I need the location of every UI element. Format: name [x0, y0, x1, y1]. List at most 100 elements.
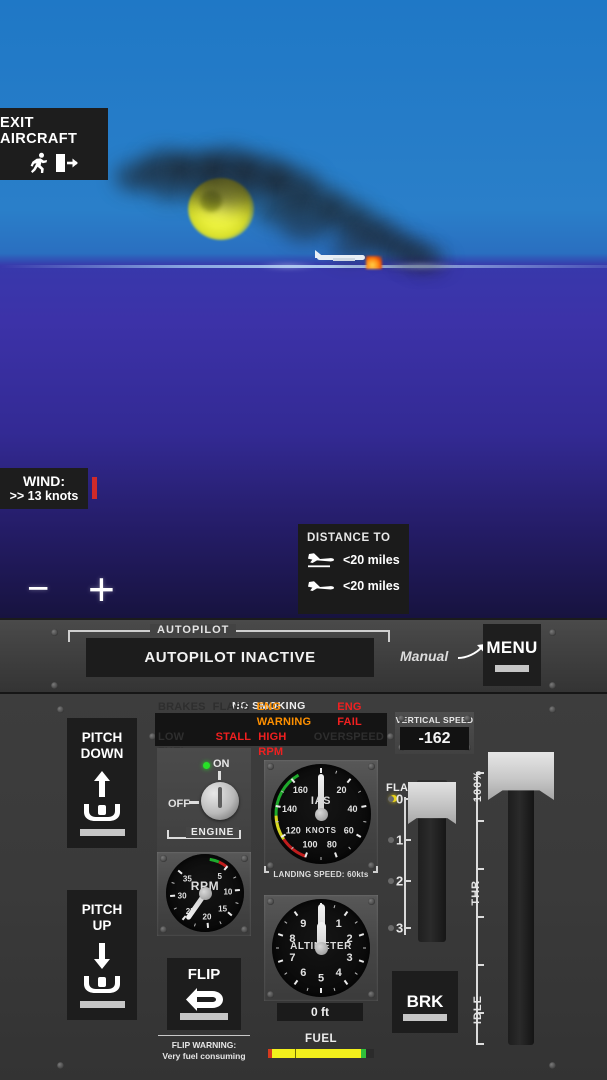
- exit-door-icon: [56, 153, 78, 172]
- svg-text:120: 120: [286, 826, 301, 836]
- zoom-out-button[interactable]: −: [27, 570, 49, 608]
- flaps-track: [404, 797, 406, 935]
- engine-label: ENGINE: [186, 827, 240, 838]
- plane-takeoff-icon: [308, 581, 334, 591]
- flaps-position-1: 1: [396, 832, 404, 848]
- rpm-dial-hub: [198, 886, 212, 900]
- warning-flaps: FLAPS: [212, 700, 250, 713]
- flaps-handle[interactable]: [408, 782, 456, 824]
- flight-mode-label: Manual: [400, 648, 449, 664]
- menu-button-label: MENU: [486, 638, 538, 657]
- svg-text:60: 60: [344, 826, 354, 836]
- fire: [366, 256, 382, 269]
- distance-panel: DISTANCE TO <20 miles <20 miles: [298, 524, 409, 614]
- pitch-down-label-2: DOWN: [80, 746, 124, 761]
- distance-row-landing: <20 miles: [307, 551, 400, 569]
- throttle-idle-label: IDLE: [472, 995, 484, 1025]
- autopilot-section-label: AUTOPILOT: [150, 624, 237, 636]
- screw: [57, 706, 64, 713]
- landing-speed-note: LANDING SPEED: 60kts: [264, 866, 378, 879]
- airspeed-indicator: IAS KNOTS 020406080100120140160: [271, 764, 371, 864]
- warning-row-top: BRAKES FLAPS ENG WARNING ENG FAIL: [158, 700, 384, 730]
- flaps-notch: [404, 927, 411, 929]
- flaps-notch: [404, 839, 411, 841]
- distance-title: DISTANCE TO: [307, 532, 391, 544]
- svg-text:2: 2: [346, 933, 352, 945]
- fuel-full-marker: [361, 1049, 367, 1058]
- menu-button[interactable]: MENU: [483, 624, 541, 686]
- svg-text:15: 15: [218, 904, 227, 913]
- flip-button[interactable]: FLIP: [167, 958, 241, 1030]
- arrow-up-icon: [94, 771, 110, 797]
- pitch-down-label-1: PITCH: [81, 730, 123, 745]
- flaps-position-3: 3: [396, 920, 404, 936]
- screw: [51, 682, 58, 689]
- flip-warning-text: Very fuel consuming: [162, 1051, 246, 1061]
- engine-knob[interactable]: [201, 782, 239, 820]
- brake-label: BRK: [406, 992, 444, 1011]
- brake-button[interactable]: BRK: [392, 971, 458, 1033]
- pitch-up-button[interactable]: PITCH UP: [67, 890, 137, 1020]
- svg-text:100: 100: [303, 840, 318, 850]
- warning-brakes: BRAKES: [158, 700, 206, 713]
- wind-value: >> 13 knots: [9, 488, 79, 503]
- flip-button-bar: [180, 1013, 228, 1020]
- svg-text:5: 5: [318, 973, 324, 985]
- distance-row-takeoff: <20 miles: [307, 578, 400, 594]
- flaps-detent-dot: [388, 837, 394, 843]
- distance-value-landing: <20 miles: [343, 553, 400, 567]
- pitch-up-bar: [79, 1001, 125, 1008]
- yoke-icon: [84, 804, 120, 821]
- svg-text:160: 160: [293, 785, 308, 795]
- screw: [549, 682, 556, 689]
- svg-text:20: 20: [203, 912, 212, 921]
- throttle-max-label: 100%: [472, 770, 484, 803]
- alt-dial-hub: [314, 941, 328, 955]
- svg-text:35: 35: [183, 875, 192, 884]
- vertical-speed-value: -162: [400, 727, 469, 750]
- screw: [549, 629, 556, 636]
- arrow-down-icon: [94, 943, 110, 969]
- plane-landing-icon: [308, 553, 334, 568]
- svg-text:7: 7: [289, 952, 295, 964]
- warning-eng-fail: ENG FAIL: [337, 700, 362, 728]
- vertical-speed-title: VERTICAL SPEED: [395, 715, 474, 725]
- svg-text:6: 6: [300, 967, 306, 979]
- flaps-detent-dot: [388, 925, 394, 931]
- flight-sim-screen: EXIT AIRCRAFT WIND: >> 13 knots − + DIST…: [0, 0, 607, 1080]
- screw: [549, 706, 556, 713]
- flaps-detent-dot: [388, 878, 394, 884]
- flaps-position-2: 2: [396, 873, 404, 889]
- screw: [51, 629, 58, 636]
- altimeter: ALTIMETER 0123456789: [272, 899, 370, 997]
- flaps-detent-dot: [388, 796, 394, 802]
- running-person-icon: [30, 152, 47, 173]
- svg-text:80: 80: [327, 840, 337, 850]
- brake-button-bar: [403, 1014, 447, 1021]
- engine-off-label: OFF: [168, 798, 190, 810]
- pitch-down-button[interactable]: PITCH DOWN: [67, 718, 137, 848]
- warning-overspeed: OVERSPEED: [313, 730, 384, 743]
- water-spray: [382, 262, 460, 270]
- pitch-down-bar: [79, 829, 125, 836]
- fuel-gauge: [268, 1049, 374, 1058]
- zoom-in-button[interactable]: +: [88, 566, 115, 612]
- yoke-icon: [84, 976, 120, 993]
- warning-high-rpm: HIGH RPM: [258, 730, 287, 758]
- warning-eng-warning: ENG WARNING: [256, 700, 312, 728]
- fuel-level: [272, 1049, 362, 1058]
- autopilot-status-display[interactable]: AUTOPILOT INACTIVE: [86, 638, 374, 677]
- flip-warning: FLIP WARNING: Very fuel consuming: [158, 1035, 250, 1062]
- svg-text:5: 5: [218, 872, 223, 881]
- svg-text:4: 4: [336, 967, 343, 979]
- throttle-label: THR: [470, 880, 482, 906]
- pitch-up-label-2: UP: [92, 918, 112, 933]
- wind-indicator: WIND: >> 13 knots: [0, 468, 88, 509]
- screw: [57, 1062, 64, 1069]
- engine-on-led: [203, 762, 210, 769]
- flip-label: FLIP: [187, 966, 221, 983]
- screw: [387, 733, 394, 740]
- distance-value-takeoff: <20 miles: [343, 579, 400, 593]
- landing-speed-text: LANDING SPEED: 60kts: [269, 870, 373, 879]
- exit-aircraft-button[interactable]: EXIT AIRCRAFT: [0, 108, 108, 180]
